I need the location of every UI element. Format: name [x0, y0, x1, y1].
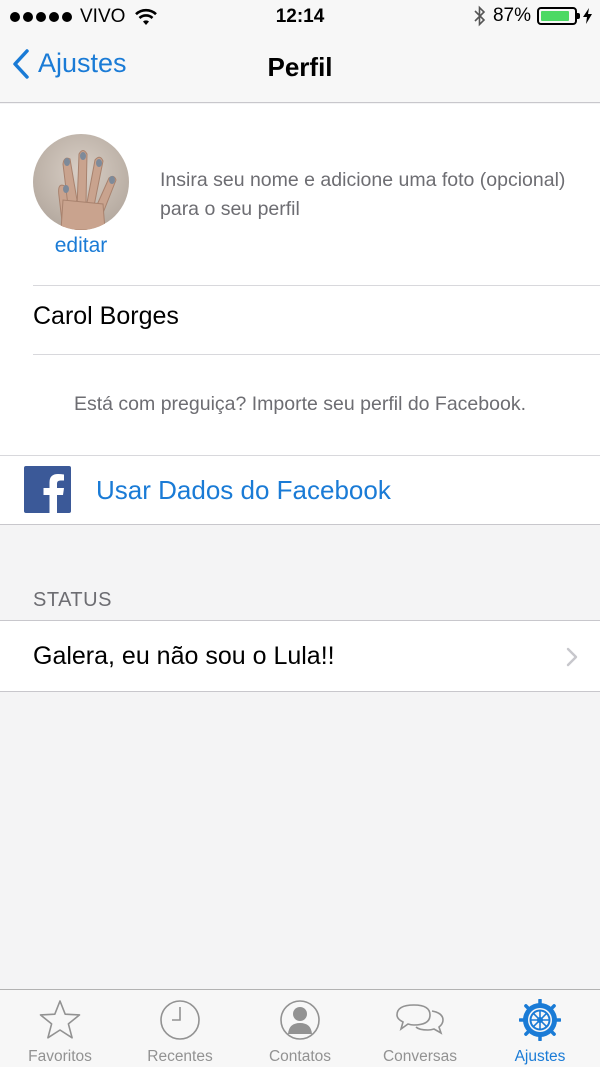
status-bar: VIVO 12:14 87% — [0, 0, 600, 34]
profile-photo[interactable] — [33, 134, 129, 230]
tab-label: Favoritos — [28, 1048, 92, 1065]
battery-icon — [537, 7, 580, 25]
tab-label: Recentes — [147, 1048, 213, 1065]
chat-bubbles-icon — [396, 1004, 444, 1035]
bluetooth-icon — [474, 5, 486, 27]
divider — [33, 285, 600, 286]
gear-icon — [519, 999, 561, 1041]
hand-photo-icon — [58, 150, 117, 230]
tab-label: Contatos — [268, 1048, 332, 1065]
tab-contatos[interactable]: Contatos — [240, 990, 360, 1067]
name-field[interactable]: Carol Borges — [33, 302, 179, 331]
use-facebook-data-button[interactable]: Usar Dados do Facebook — [0, 456, 600, 525]
tab-ajustes[interactable]: Ajustes — [480, 990, 600, 1067]
facebook-import-hint: Está com preguiça? Importe seu perfil do… — [74, 393, 526, 415]
facebook-icon — [24, 466, 71, 513]
tab-favoritos[interactable]: Favoritos — [0, 990, 120, 1067]
clock-icon — [160, 1000, 200, 1040]
profile-hint: Insira seu nome e adicione uma foto (opc… — [160, 169, 566, 220]
star-icon — [39, 1000, 81, 1039]
navigation-bar: Ajustes Perfil — [0, 34, 600, 103]
tab-recentes[interactable]: Recentes — [120, 990, 240, 1067]
edit-photo-link[interactable]: editar — [33, 234, 129, 258]
divider — [33, 354, 600, 355]
status-value: Galera, eu não sou o Lula!! — [33, 642, 335, 670]
chevron-right-icon — [566, 647, 578, 667]
battery-percent: 87% — [492, 5, 531, 26]
charging-bolt-icon — [583, 8, 592, 24]
tab-conversas[interactable]: Conversas — [360, 990, 480, 1067]
status-row[interactable]: Galera, eu não sou o Lula!! — [0, 620, 600, 692]
status-section-header: STATUS — [33, 589, 112, 611]
status-right: 87% — [473, 5, 592, 27]
person-icon — [280, 1000, 320, 1040]
tab-label: Ajustes — [514, 1048, 566, 1065]
tab-bar: Favoritos Recentes Contatos Conversas Aj… — [0, 989, 600, 1067]
page-title: Perfil — [267, 52, 333, 82]
profile-card: editar Insira seu nome e adicione uma fo… — [0, 104, 600, 525]
tab-label: Conversas — [382, 1048, 458, 1065]
facebook-button-label: Usar Dados do Facebook — [96, 475, 391, 505]
